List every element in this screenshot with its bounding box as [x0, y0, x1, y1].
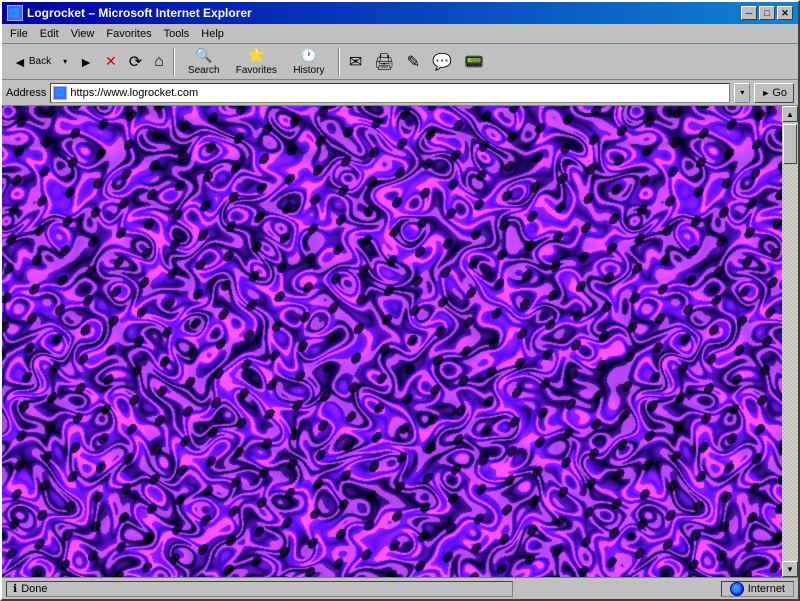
- menu-tools[interactable]: Tools: [158, 26, 196, 42]
- scroll-up-button[interactable]: ▲: [782, 106, 798, 122]
- menu-favorites[interactable]: Favorites: [100, 26, 157, 42]
- stop-button[interactable]: ✕: [100, 46, 122, 78]
- favorites-icon: ⭐: [248, 47, 265, 64]
- discuss-button[interactable]: 💬: [427, 46, 457, 78]
- forward-icon: ►: [79, 54, 93, 70]
- go-label: Go: [772, 87, 787, 99]
- menu-bar: File Edit View Favorites Tools Help: [2, 24, 798, 44]
- go-arrow-icon: ►: [761, 88, 770, 98]
- back-group: ◄ Back ▾: [6, 46, 72, 78]
- address-bar: Address 🌐 ▾ ► Go: [2, 80, 798, 106]
- status-text: Done: [21, 583, 47, 595]
- scroll-down-icon: ▼: [786, 565, 794, 574]
- home-icon: ⌂: [154, 53, 164, 71]
- history-label: History: [293, 65, 324, 76]
- address-input-wrapper: 🌐: [50, 83, 730, 103]
- discuss-icon: 💬: [432, 52, 452, 72]
- window-title: Logrocket – Microsoft Internet Explorer: [27, 6, 252, 20]
- refresh-button[interactable]: ⟳: [124, 46, 147, 78]
- maximize-button[interactable]: □: [759, 6, 775, 20]
- edit-icon: ✎: [407, 52, 420, 72]
- menu-view[interactable]: View: [65, 26, 101, 42]
- title-bar-left: 🌐 Logrocket – Microsoft Internet Explore…: [7, 5, 252, 21]
- mail-icon: ✉: [349, 52, 362, 72]
- favorites-button[interactable]: ⭐ Favorites: [231, 46, 282, 78]
- history-icon: 🕐: [300, 47, 317, 64]
- separator-2: [338, 48, 340, 76]
- scroll-down-button[interactable]: ▼: [782, 561, 798, 577]
- history-button[interactable]: 🕐 History: [284, 46, 334, 78]
- address-favicon: 🌐: [53, 86, 67, 100]
- scroll-up-icon: ▲: [786, 110, 794, 119]
- window-controls: ─ □ ✕: [741, 6, 793, 20]
- content-area: ▲ ▼: [2, 106, 798, 577]
- home-button[interactable]: ⌂: [149, 46, 169, 78]
- status-text-section: ℹ Done: [6, 581, 513, 597]
- forward-button[interactable]: ►: [74, 46, 98, 78]
- search-icon: 🔍: [195, 47, 212, 64]
- browser-window: 🌐 Logrocket – Microsoft Internet Explore…: [0, 0, 800, 601]
- menu-help[interactable]: Help: [195, 26, 230, 42]
- back-dropdown-icon: ▾: [63, 57, 67, 66]
- scrollbar-track[interactable]: [782, 122, 798, 561]
- refresh-icon: ⟳: [129, 52, 142, 72]
- menu-file[interactable]: File: [4, 26, 34, 42]
- title-bar: 🌐 Logrocket – Microsoft Internet Explore…: [2, 2, 798, 24]
- search-label: Search: [188, 65, 220, 76]
- back-icon: ◄: [13, 54, 27, 70]
- mail-button[interactable]: ✉: [344, 46, 367, 78]
- toolbar: ◄ Back ▾ ► ✕ ⟳ ⌂ 🔍 Search: [2, 44, 798, 80]
- print-icon: 🖨: [374, 52, 394, 72]
- separator-1: [173, 48, 175, 76]
- page-canvas: [2, 106, 798, 577]
- go-button[interactable]: ► Go: [754, 83, 794, 103]
- back-button[interactable]: ◄ Back: [6, 46, 58, 78]
- address-dropdown-button[interactable]: ▾: [734, 83, 750, 103]
- globe-icon: 🌐: [730, 582, 744, 596]
- scrollbar-vertical: ▲ ▼: [782, 106, 798, 577]
- status-bar: ℹ Done 🌐 Internet: [2, 577, 798, 599]
- web-content: [2, 106, 798, 577]
- browser-icon: 🌐: [7, 5, 23, 21]
- messenger-icon: 📟: [464, 52, 484, 72]
- back-dropdown-button[interactable]: ▾: [58, 46, 72, 78]
- favorites-label: Favorites: [236, 65, 277, 76]
- edit-button[interactable]: ✎: [402, 46, 425, 78]
- stop-icon: ✕: [105, 53, 117, 70]
- address-dropdown-icon: ▾: [740, 88, 744, 97]
- close-button[interactable]: ✕: [777, 6, 793, 20]
- address-label: Address: [6, 87, 46, 99]
- menu-edit[interactable]: Edit: [34, 26, 65, 42]
- messenger-button[interactable]: 📟: [459, 46, 489, 78]
- scrollbar-thumb[interactable]: [783, 124, 797, 164]
- print-button[interactable]: 🖨: [369, 46, 399, 78]
- back-label: Back: [29, 56, 51, 67]
- address-input[interactable]: [70, 87, 727, 99]
- status-icon: ℹ: [13, 582, 17, 595]
- status-zone-text: Internet: [748, 583, 785, 595]
- minimize-button[interactable]: ─: [741, 6, 757, 20]
- status-zone-section: 🌐 Internet: [721, 581, 794, 597]
- search-button[interactable]: 🔍 Search: [179, 46, 229, 78]
